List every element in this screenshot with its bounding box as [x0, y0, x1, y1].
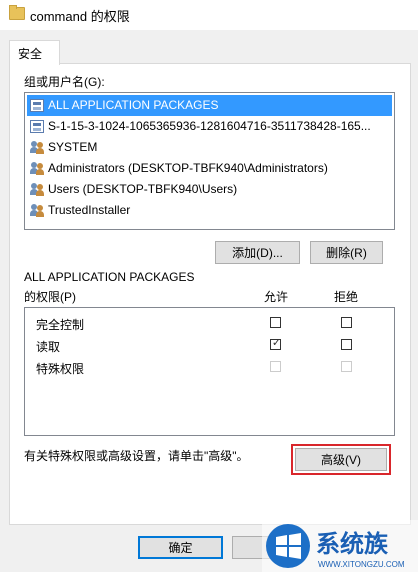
watermark-brand: 系统族	[316, 530, 389, 558]
users-listbox[interactable]: ALL APPLICATION PACKAGES S-1-15-3-1024-1…	[24, 92, 395, 230]
title-bar: command 的权限	[0, 0, 418, 30]
list-item-label: TrustedInstaller	[48, 203, 131, 217]
permission-row-label: 读取	[36, 340, 61, 354]
advanced-hint: 有关特殊权限或高级设置，请单击"高级"。	[24, 449, 249, 463]
package-icon	[30, 99, 44, 112]
watermark-logo: 系统族 WWW.XITONGZU.COM	[262, 520, 418, 572]
permissions-heading: ALL APPLICATION PACKAGES	[24, 270, 195, 284]
list-item[interactable]: Administrators (DESKTOP-TBFK940\Administ…	[27, 158, 392, 179]
list-item-label: S-1-15-3-1024-1065365936-1281604716-3511…	[48, 119, 371, 133]
folder-icon	[9, 5, 25, 20]
add-button[interactable]: 添加(D)...	[215, 241, 300, 264]
deny-checkbox	[341, 361, 352, 372]
permissions-label: 的权限(P)	[24, 290, 76, 304]
logo-circle	[266, 524, 310, 568]
remove-button[interactable]: 删除(R)	[310, 241, 383, 264]
permission-row-label: 特殊权限	[36, 362, 85, 376]
permission-row-label: 完全控制	[36, 318, 85, 332]
advanced-button[interactable]: 高级(V)	[291, 444, 391, 475]
deny-checkbox[interactable]	[341, 317, 352, 328]
allow-column-header: 允许	[264, 290, 289, 304]
tab-label: 安全	[18, 47, 43, 61]
deny-column-header: 拒绝	[334, 290, 359, 304]
list-item-label: Administrators (DESKTOP-TBFK940\Administ…	[48, 161, 328, 175]
package-icon	[30, 120, 44, 133]
deny-checkbox[interactable]	[341, 339, 352, 350]
list-item[interactable]: S-1-15-3-1024-1065365936-1281604716-3511…	[27, 116, 392, 137]
ok-button[interactable]: 确定	[138, 536, 223, 559]
allow-checkbox[interactable]: ✓	[270, 337, 282, 350]
list-item-label: ALL APPLICATION PACKAGES	[48, 98, 219, 112]
tab-security[interactable]: 安全	[9, 40, 60, 65]
checkmark-icon: ✓	[271, 337, 282, 349]
allow-checkbox	[270, 361, 281, 372]
list-item-label: SYSTEM	[48, 140, 98, 154]
list-item[interactable]: SYSTEM	[27, 137, 392, 158]
group-icon	[30, 183, 44, 196]
permissions-list: 完全控制 读取 ✓ 特殊权限	[24, 307, 395, 436]
list-item-label: Users (DESKTOP-TBFK940\Users)	[48, 182, 238, 196]
group-icon	[30, 204, 44, 217]
list-item[interactable]: ALL APPLICATION PACKAGES	[27, 95, 392, 116]
group-icon	[30, 162, 44, 175]
group-icon	[30, 141, 44, 154]
users-list-label: 组或用户名(G):	[24, 75, 105, 89]
watermark-url: WWW.XITONGZU.COM	[318, 560, 405, 569]
list-item[interactable]: Users (DESKTOP-TBFK940\Users)	[27, 179, 392, 200]
list-item[interactable]: TrustedInstaller	[27, 200, 392, 221]
allow-checkbox[interactable]	[270, 317, 281, 328]
window-title: command 的权限	[30, 9, 130, 24]
